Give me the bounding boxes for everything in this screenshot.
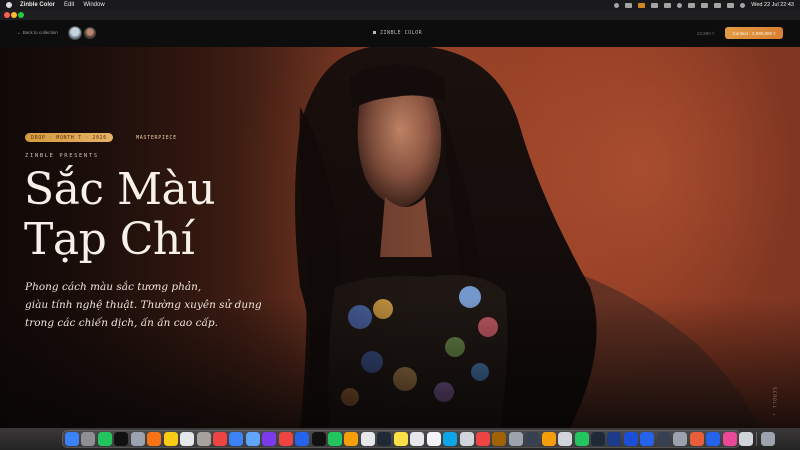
dock-app-store-icon[interactable] (229, 432, 244, 446)
brand-logo[interactable]: ZINBLE COLOR (373, 30, 422, 36)
dock-camera-icon[interactable] (574, 432, 589, 446)
dock-trash-icon[interactable] (760, 432, 775, 446)
dock-separator (756, 432, 758, 446)
close-window-button[interactable] (4, 12, 10, 18)
hero-subtitle-line: giàu tính nghệ thuật. Thường xuyên sử dụ… (25, 299, 262, 311)
dock-boot-icon[interactable] (623, 432, 638, 446)
dock-preview-icon[interactable] (459, 432, 474, 446)
hero-title: Sắc Màu Tạp Chí (24, 164, 216, 265)
dock-keynote-icon[interactable] (541, 432, 556, 446)
price-label: 22,990 ₫ (697, 31, 715, 36)
contact-button[interactable]: Contact · 2,990,000 ₫ (725, 27, 783, 39)
dock-photos-icon[interactable] (147, 432, 162, 446)
dock-items (65, 432, 775, 446)
dock-display-icon[interactable] (738, 432, 753, 446)
back-to-collection-link[interactable]: ← Back to collection (17, 30, 58, 35)
dock-files-icon[interactable] (426, 432, 441, 446)
status-icon[interactable] (701, 2, 709, 8)
status-icon[interactable] (638, 2, 646, 8)
dock-camo-icon[interactable] (328, 432, 342, 446)
hero-title-line: Tạp Chí (24, 214, 195, 265)
dock-finder-2-icon[interactable] (245, 432, 260, 446)
dock-calculator-icon[interactable] (508, 432, 523, 446)
dock-system-settings-icon[interactable] (81, 432, 96, 446)
battery-icon[interactable] (727, 2, 735, 8)
minimize-window-button[interactable] (11, 12, 17, 18)
status-icon[interactable] (664, 2, 672, 8)
menu-bar: Zinble Color Edit Window Wed 22 Jul 22:4… (0, 0, 800, 10)
dock-sd-icon[interactable] (393, 432, 408, 446)
dock-terminal-icon[interactable] (114, 432, 129, 446)
status-icon[interactable] (651, 2, 659, 8)
dock-calendar-icon[interactable] (180, 432, 195, 446)
avatar[interactable] (84, 27, 96, 39)
scroll-indicator[interactable]: SCROLL ↓ (771, 387, 776, 417)
dock-archive-icon[interactable] (558, 432, 573, 446)
apple-icon[interactable] (6, 2, 12, 8)
dock-safari-icon[interactable] (673, 432, 688, 446)
hero-subtitle: Phong cách màu sắc tương phản, giàu tính… (25, 278, 325, 332)
dock-chatgpt-icon[interactable] (360, 432, 375, 446)
menu-app-name[interactable]: Zinble Color (20, 2, 55, 8)
brand-name: ZINBLE COLOR (380, 30, 423, 36)
menu-edit[interactable]: Edit (64, 2, 74, 8)
dock-youtube-icon[interactable] (475, 432, 490, 446)
dock-folder-1-icon[interactable] (689, 432, 704, 446)
dock-screen-share-icon[interactable] (525, 432, 540, 446)
dock-slack-icon[interactable] (262, 432, 277, 446)
presents-eyebrow: ZINBLE PRESENTS (25, 153, 99, 159)
dock-mail-icon[interactable] (278, 432, 293, 446)
control-center-icon[interactable] (740, 2, 746, 8)
dock-capcut-icon[interactable] (377, 432, 392, 446)
dock-docs-icon[interactable] (295, 432, 310, 446)
status-area: Wed 22 Jul 22:43 (614, 0, 794, 10)
dock-paintbrush-icon[interactable] (492, 432, 507, 446)
menu-window[interactable]: Window (83, 2, 104, 8)
app-window: ← Back to collection ZINBLE COLOR 22,990… (0, 10, 800, 428)
dock-folder-2-icon[interactable] (706, 432, 721, 446)
zoom-window-button[interactable] (18, 12, 24, 18)
hero-title-line: Sắc Màu (24, 164, 216, 215)
status-icon[interactable] (677, 2, 683, 8)
avatar[interactable] (68, 26, 82, 40)
hero-subtitle-line: Phong cách màu sắc tương phản, (25, 281, 202, 293)
title-bar (0, 10, 800, 20)
hero-subtitle-line: trong các chiến dịch, ấn ấn cao cấp. (25, 317, 218, 329)
status-icon[interactable] (688, 2, 696, 8)
dock-dashboard-icon[interactable] (656, 432, 671, 446)
wifi-icon[interactable] (714, 2, 722, 8)
dock-folder-3-icon[interactable] (722, 432, 737, 446)
site-header: ← Back to collection ZINBLE COLOR 22,990… (0, 20, 800, 47)
status-icon[interactable] (614, 2, 620, 8)
logo-mark-icon (373, 31, 376, 34)
dock-wechat-icon[interactable] (97, 432, 112, 446)
dock-chrome-2-icon[interactable] (344, 432, 359, 446)
drop-badge: DROP · MONTH 7 · 2026 (25, 133, 113, 142)
dock-z-icon[interactable] (591, 432, 605, 446)
dock-edge-icon[interactable] (443, 432, 458, 446)
dock-finder-icon[interactable] (65, 432, 79, 446)
status-icon[interactable] (625, 2, 633, 8)
masterpiece-label: MASTERPIECE (136, 135, 177, 141)
dock-chrome-icon[interactable] (212, 432, 227, 446)
dock-vscode-icon[interactable] (640, 432, 655, 446)
dock-contacts-icon[interactable] (196, 432, 211, 446)
hero-section: DROP · MONTH 7 · 2026 MASTERPIECE ZINBLE… (0, 47, 800, 428)
dock-launchpad-icon[interactable] (130, 432, 145, 446)
dock-notes-icon[interactable] (163, 432, 178, 446)
clock[interactable]: Wed 22 Jul 22:43 (751, 2, 794, 8)
dock-tiktok-icon[interactable] (311, 432, 326, 446)
dock-figma-icon[interactable] (410, 432, 425, 446)
dock (0, 428, 800, 450)
dock-photoshop-icon[interactable] (607, 432, 622, 446)
